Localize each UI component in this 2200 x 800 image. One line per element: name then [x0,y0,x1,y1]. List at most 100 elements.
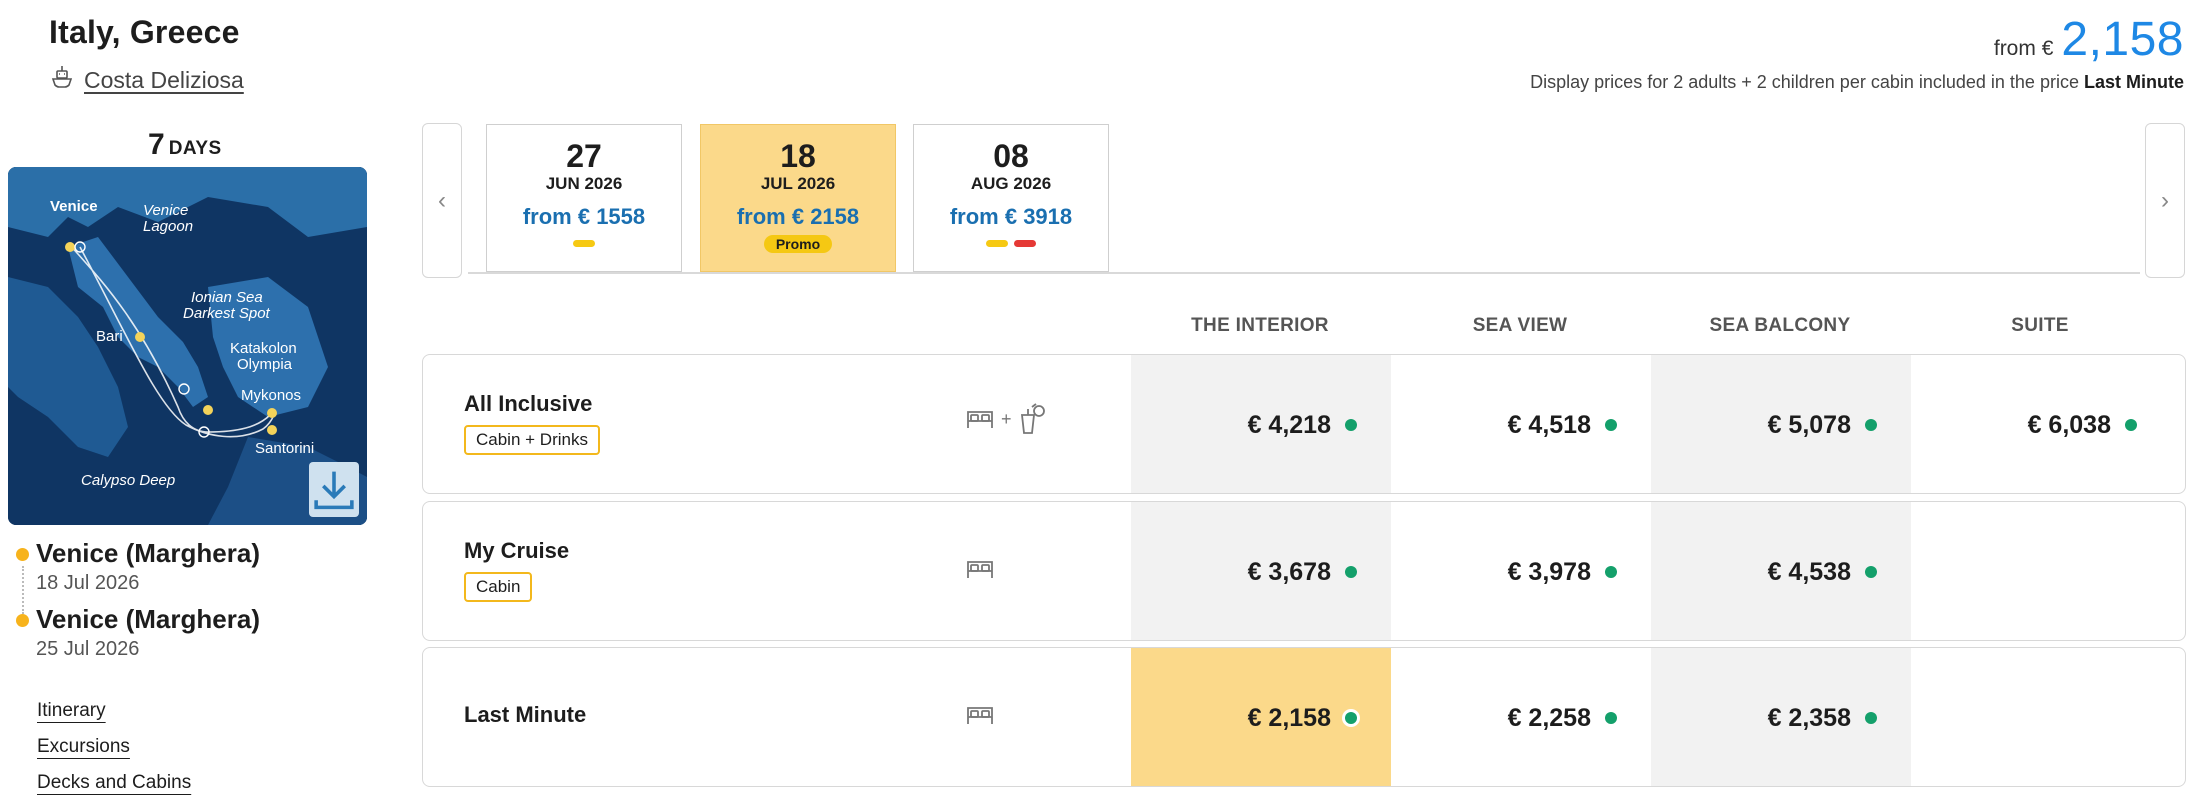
price-value: € 2,158 [1247,703,1331,732]
ship-link[interactable]: Costa Deliziosa [50,64,244,96]
column-suite: SUITE [2011,315,2069,336]
link-itinerary[interactable]: Itinerary [37,700,106,722]
promo-badge: Promo [763,235,833,254]
date-marks [914,236,1108,250]
fare-row-all-inclusive: All Inclusive Cabin + Drinks + € 4,218 €… [422,354,2186,494]
itinerary-map[interactable]: Venice Venice Lagoon Ionian Sea Darkest … [8,167,367,525]
fare-tag: Cabin + Drinks [464,425,600,455]
available-dot-icon [1605,712,1617,724]
date-rail [468,272,2140,274]
available-dot-icon [1345,419,1357,431]
date-month: JUL 2026 [760,174,836,194]
price-cell-empty [1911,648,2171,786]
chevron-right-icon: › [2161,186,2169,214]
map-label-ionian-2: Darkest Spot [183,305,271,322]
available-dot-icon [1605,566,1617,578]
fare-label: Last Minute [464,702,587,727]
price-cell[interactable]: € 3,678 [1131,502,1391,640]
price-value: € 4,518 [1507,410,1591,439]
map-label-olympia: Olympia [237,356,293,373]
departure-dot-icon [16,548,29,561]
arrival-port-name: Venice (Marghera) [36,604,260,634]
date-price: from € 1558 [522,204,646,230]
fare-tag: Cabin [464,572,533,602]
price-value: € 3,678 [1247,557,1331,586]
price-note-text: Display prices for 2 adults + 2 children… [1530,72,2079,92]
price-value: € 5,078 [1767,410,1851,439]
price-value: € 4,538 [1767,557,1851,586]
fare-services [965,702,995,728]
port-connector [22,566,24,614]
price-cell[interactable]: € 2,358 [1651,648,1911,786]
page-title: Italy, Greece [49,14,240,50]
map-label-katakolon: Katakolon [230,340,297,357]
map-label-mykonos: Mykonos [241,387,301,404]
available-dot-icon [1865,419,1877,431]
arrival-dot-icon [16,614,29,627]
link-decks-cabins[interactable]: Decks and Cabins [37,772,191,794]
price-cell-selected[interactable]: € 2,158 [1131,648,1391,786]
bed-icon [967,411,993,428]
available-dot-icon [1865,712,1877,724]
price-note-highlight: Last Minute [2083,72,2184,92]
drinks-icon [1020,403,1045,434]
map-label-bari: Bari [96,328,123,345]
price-from-label: from € [1993,37,2054,60]
chevron-left-icon: ‹ [438,186,446,214]
price-cell[interactable]: € 6,038 [1911,355,2171,493]
price-cell[interactable]: € 3,978 [1391,502,1651,640]
trip-duration: 7 DAYS [148,128,222,162]
available-dot-icon [1865,566,1877,578]
fare-services: + [965,403,1048,435]
date-card-selected[interactable]: 18 JUL 2026 from € 2158 Promo [700,124,896,272]
offer-mark-red [1014,239,1036,247]
price-value: € 3,978 [1507,557,1591,586]
map-label-santorini: Santorini [255,440,314,457]
price-cell[interactable]: € 5,078 [1651,355,1911,493]
map-label-venice-lagoon-2: Lagoon [143,218,193,235]
offer-mark-yellow [986,239,1008,247]
price-cell-empty [1911,502,2171,640]
bed-icon [967,561,993,578]
price-from: from € 2,158 [1994,12,2184,67]
map-label-calypso: Calypso Deep [81,472,175,489]
departure-date: 18 Jul 2026 [36,572,140,594]
available-dot-icon [1345,566,1357,578]
fare-label: My Cruise [464,538,570,563]
prev-date-button[interactable]: ‹ [422,123,462,278]
date-price: from € 2158 [736,204,860,230]
days-number: 7 [148,128,165,161]
days-unit: DAYS [168,138,222,159]
date-day: 08 [993,138,1029,174]
fare-row-last-minute: Last Minute € 2,158 € 2,258 € 2,358 [422,647,2186,787]
download-icon [314,471,354,510]
date-price: from € 3918 [949,204,1073,230]
date-month: JUN 2026 [545,174,623,194]
next-date-button[interactable]: › [2145,123,2185,278]
bed-icon [967,707,993,724]
departure-port-name: Venice (Marghera) [36,538,260,568]
map-download-button[interactable] [309,462,359,517]
price-cell[interactable]: € 4,518 [1391,355,1651,493]
map-label-ionian-1: Ionian Sea [191,289,263,306]
date-month: AUG 2026 [970,174,1052,194]
column-interior: THE INTERIOR [1191,315,1329,336]
fare-row-my-cruise: My Cruise Cabin € 3,678 € 3,978 € 4,538 [422,501,2186,641]
date-card[interactable]: 08 AUG 2026 from € 3918 [913,124,1109,272]
available-dot-icon [1345,712,1357,724]
link-excursions[interactable]: Excursions [37,736,130,758]
available-dot-icon [1605,419,1617,431]
ship-icon [50,64,74,96]
arrival-date: 25 Jul 2026 [36,638,140,660]
offer-mark-yellow [573,239,595,247]
date-card[interactable]: 27 JUN 2026 from € 1558 [486,124,682,272]
price-cell[interactable]: € 2,258 [1391,648,1651,786]
column-sea-balcony: SEA BALCONY [1709,315,1851,336]
price-value: € 2,258 [1507,703,1591,732]
price-cell[interactable]: € 4,538 [1651,502,1911,640]
price-cell[interactable]: € 4,218 [1131,355,1391,493]
price-value: € 2,358 [1767,703,1851,732]
date-day: 27 [566,138,602,174]
price-from-amount: 2,158 [2061,13,2184,66]
ship-name[interactable]: Costa Deliziosa [84,67,244,94]
